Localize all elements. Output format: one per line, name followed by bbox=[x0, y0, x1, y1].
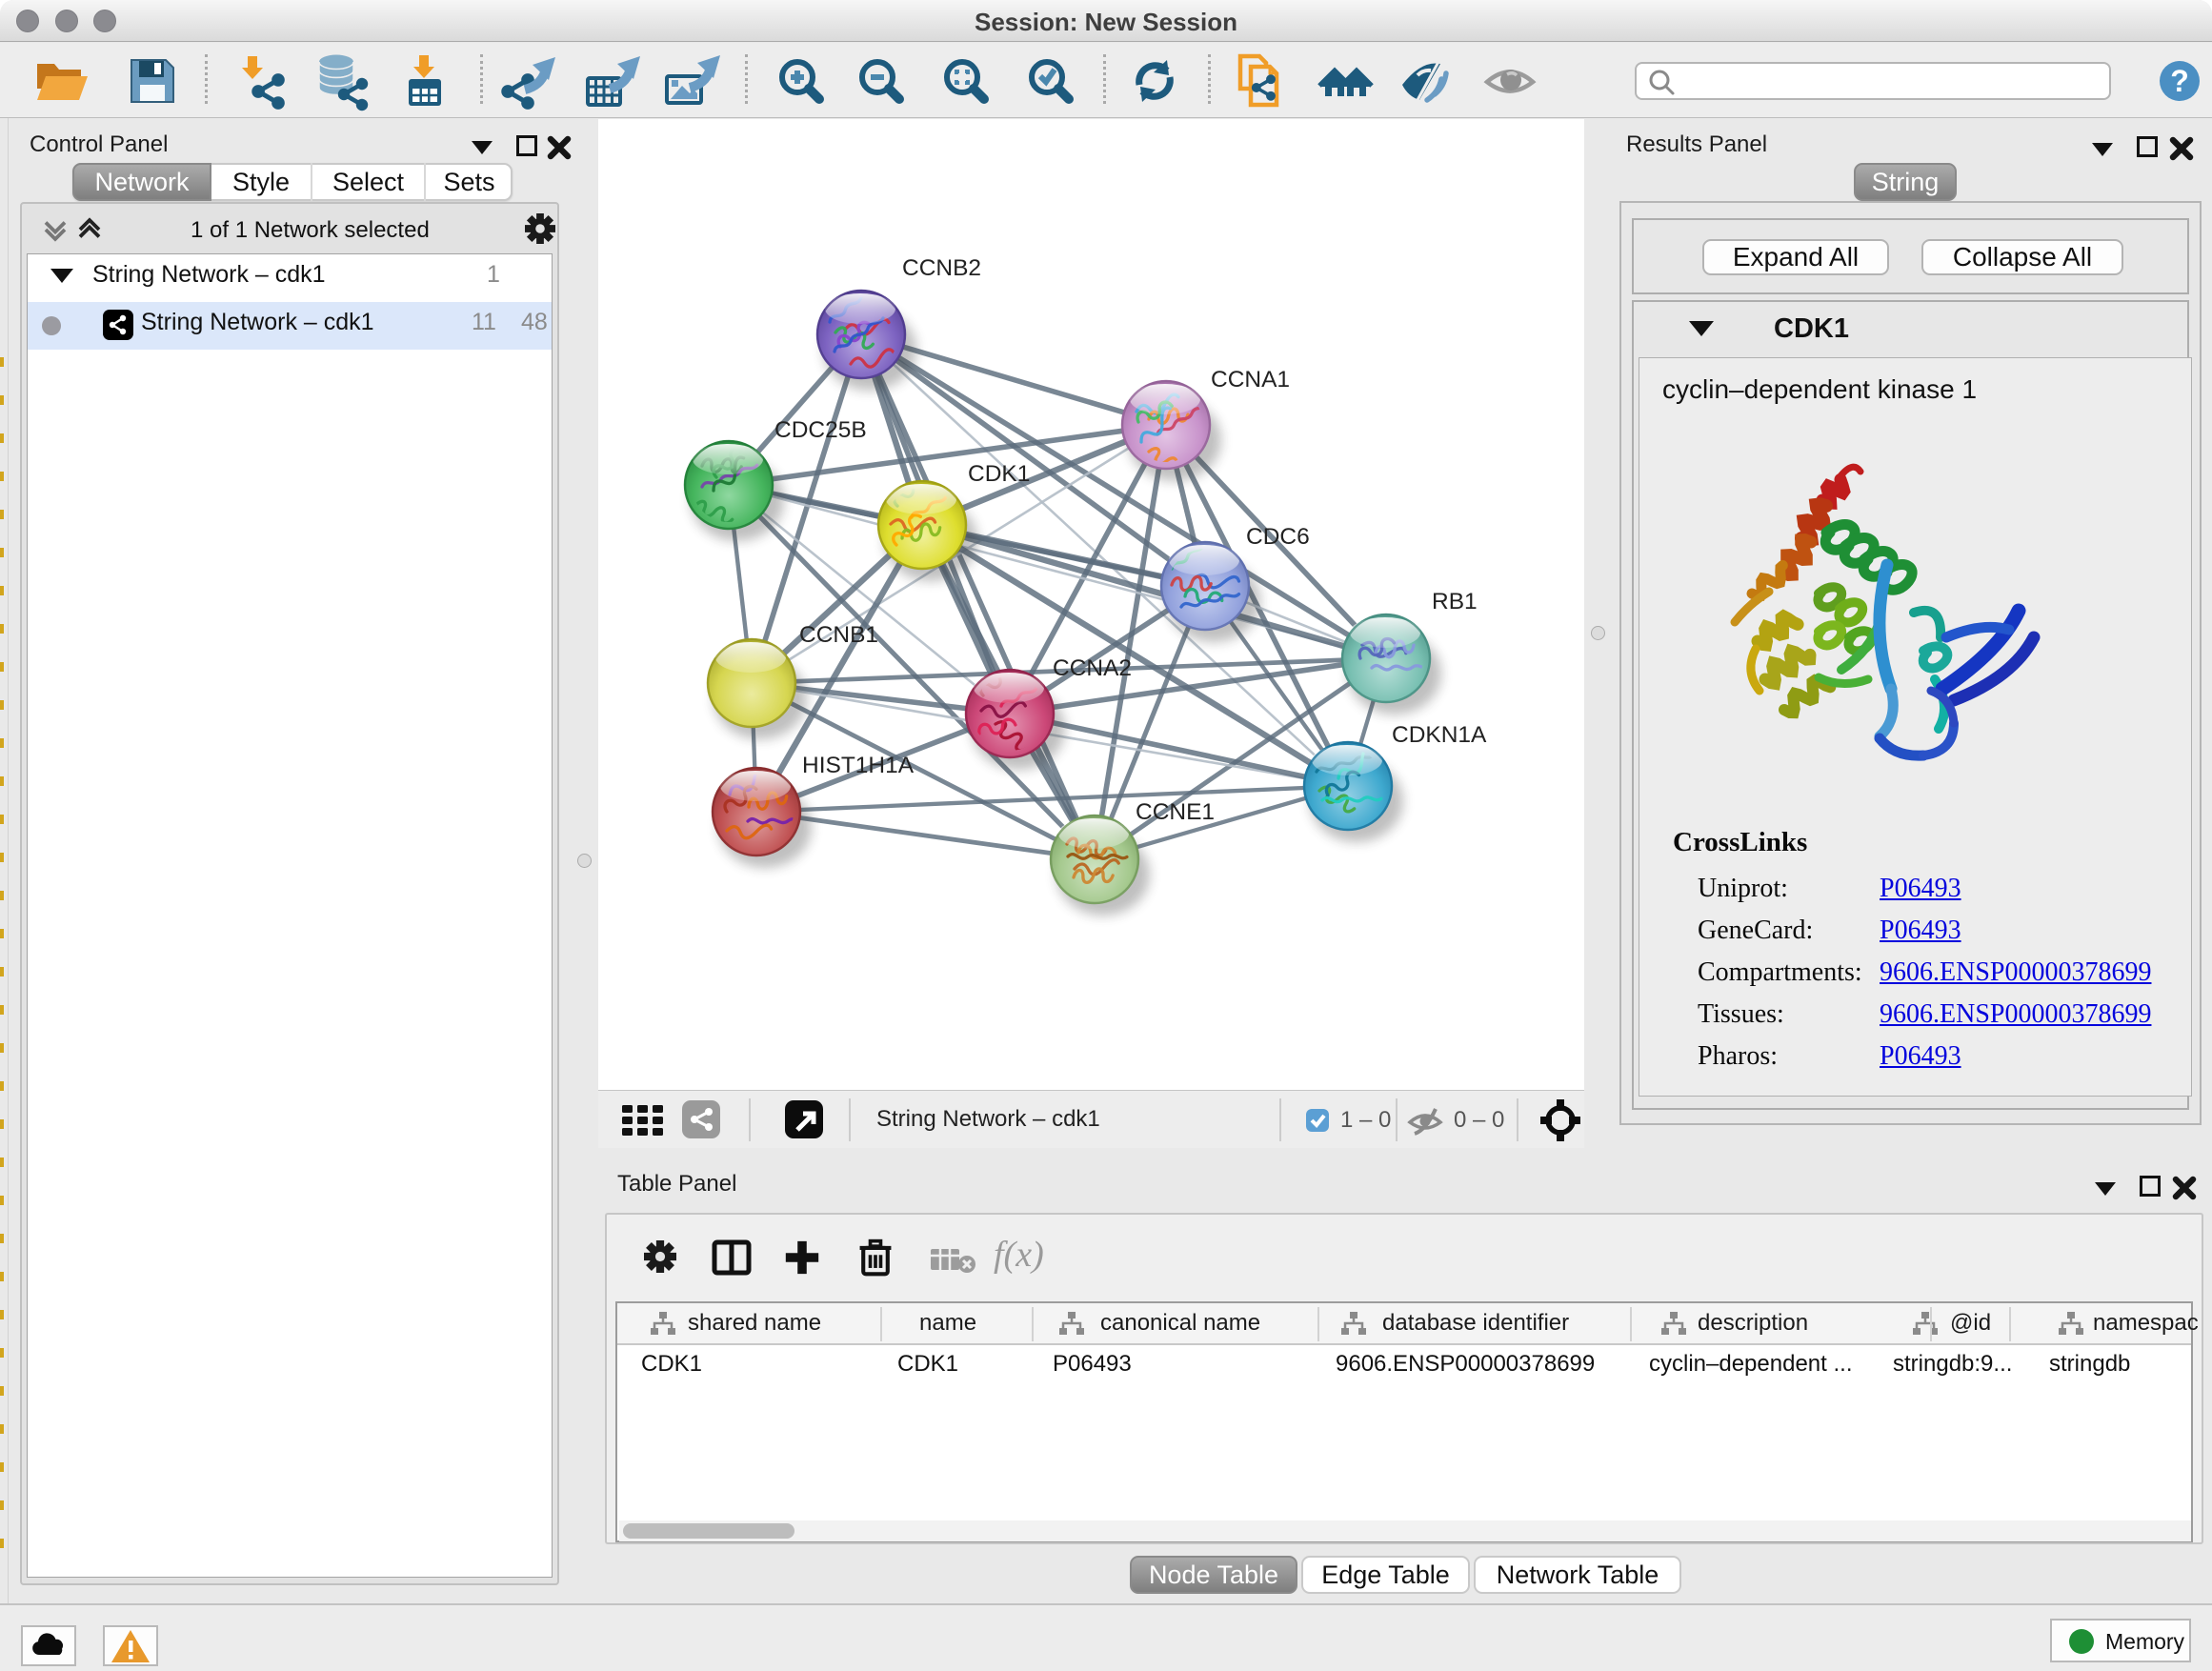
svg-text:CCNA2: CCNA2 bbox=[1053, 655, 1132, 681]
svg-text:CDC6: CDC6 bbox=[1246, 524, 1310, 550]
svg-text:CCNB2: CCNB2 bbox=[902, 255, 981, 281]
svg-text:?: ? bbox=[2170, 64, 2189, 98]
svg-text:HIST1H1A: HIST1H1A bbox=[802, 753, 915, 778]
svg-text:CCNA1: CCNA1 bbox=[1211, 367, 1290, 393]
svg-text:RB1: RB1 bbox=[1432, 589, 1478, 614]
svg-text:CCNB1: CCNB1 bbox=[799, 622, 878, 648]
svg-text:CCNE1: CCNE1 bbox=[1136, 799, 1215, 825]
svg-text:CDKN1A: CDKN1A bbox=[1392, 722, 1487, 748]
svg-text:CDC25B: CDC25B bbox=[774, 417, 867, 443]
svg-text:CDK1: CDK1 bbox=[968, 461, 1030, 487]
